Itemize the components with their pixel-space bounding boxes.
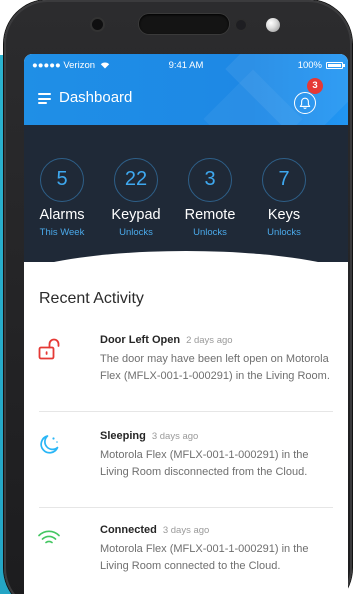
stats-panel: 5 Alarms This Week 22 Keypad Unlocks 3 R…	[24, 125, 348, 262]
battery-icon	[326, 62, 345, 69]
notifications-button[interactable]	[294, 92, 316, 114]
earpiece-speaker	[139, 14, 229, 34]
wifi-signal-icon	[38, 530, 60, 544]
front-camera	[92, 19, 103, 30]
bell-icon	[299, 97, 311, 109]
stat-sublabel: Unlocks	[193, 227, 227, 238]
stat-alarms[interactable]: 5 Alarms This Week	[24, 125, 100, 262]
page-title: Dashboard	[59, 89, 133, 106]
divider	[39, 507, 333, 508]
activity-title: Door Left Open	[100, 334, 181, 346]
activity-description: Motorola Flex (MFLX-001-1-000291) in the…	[100, 449, 309, 478]
activity-title: Connected	[100, 524, 157, 536]
activity-description: Motorola Flex (MFLX-001-1-000291) in the…	[100, 543, 309, 572]
stat-keys[interactable]: 7 Keys Unlocks	[246, 125, 322, 262]
stat-label: Alarms	[39, 207, 85, 223]
stat-sublabel: Unlocks	[119, 227, 153, 238]
stat-keypad[interactable]: 22 Keypad Unlocks	[98, 125, 174, 262]
stat-remote[interactable]: 3 Remote Unlocks	[172, 125, 248, 262]
moon-sleep-icon	[40, 435, 59, 454]
app-bar: ●●●●● Verizon 9:41 AM 100% Dashboard	[24, 54, 348, 125]
stat-sublabel: Unlocks	[267, 227, 301, 238]
activity-description: The door may have been left open on Moto…	[100, 353, 330, 382]
stat-value: 3	[188, 158, 232, 202]
stat-value: 7	[262, 158, 306, 202]
phone-frame: ●●●●● Verizon 9:41 AM 100% Dashboard 3 5…	[4, 0, 352, 594]
battery-percentage: 100%	[297, 60, 322, 71]
activity-header: Connected 3 days ago	[100, 524, 209, 536]
stat-label: Keys	[267, 207, 301, 223]
activity-header: Door Left Open 2 days ago	[100, 334, 233, 346]
flash-light	[266, 18, 280, 32]
stat-sublabel: This Week	[39, 227, 85, 238]
stat-label: Remote	[184, 207, 236, 223]
notification-count-badge: 3	[307, 78, 323, 94]
activity-time: 2 days ago	[186, 335, 233, 346]
activity-title: Sleeping	[100, 430, 146, 442]
activity-header: Sleeping 3 days ago	[100, 430, 198, 442]
recent-activity-heading: Recent Activity	[39, 290, 144, 307]
proximity-sensor	[236, 20, 246, 30]
activity-time: 3 days ago	[151, 431, 199, 442]
divider	[39, 411, 333, 412]
hamburger-menu-icon[interactable]	[38, 93, 51, 104]
stat-value: 5	[40, 158, 84, 202]
status-bar: ●●●●● Verizon 9:41 AM 100%	[24, 54, 348, 76]
phone-screen: ●●●●● Verizon 9:41 AM 100% Dashboard 3 5…	[24, 54, 348, 594]
stat-label: Keypad	[111, 207, 161, 223]
activity-time: 3 days ago	[162, 525, 210, 536]
unlocked-padlock-icon	[38, 338, 60, 360]
stat-value: 22	[114, 158, 158, 202]
